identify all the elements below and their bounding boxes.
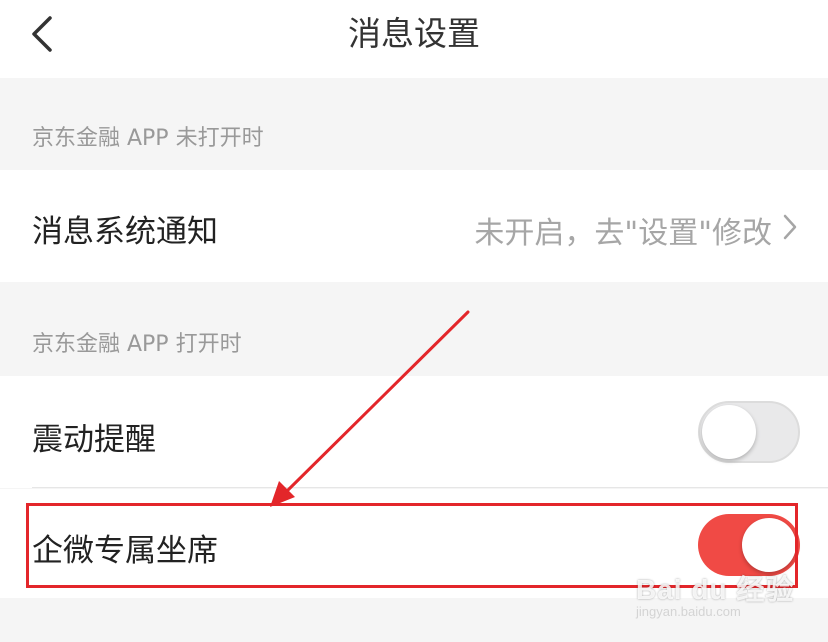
watermark-url: jingyan.baidu.com (636, 604, 741, 619)
section-label-closed: 京东金融 APP 未打开时 (32, 126, 264, 151)
system-notification-label: 消息系统通知 (32, 214, 218, 250)
page-title: 消息设置 (348, 14, 480, 53)
row-vibration-reminder: 震动提醒 (0, 376, 828, 488)
row-system-notification[interactable]: 消息系统通知 未开启，去"设置"修改 (0, 170, 828, 282)
row-divider (32, 487, 828, 488)
watermark-brand: Bai du 经验 (636, 574, 795, 605)
section-label-open: 京东金融 APP 打开时 (32, 332, 242, 357)
vibration-reminder-label: 震动提醒 (32, 422, 156, 458)
header-bar: 消息设置 (0, 0, 828, 78)
vibration-reminder-toggle[interactable] (698, 401, 800, 463)
system-notification-status: 未开启，去"设置"修改 (474, 216, 772, 251)
chevron-right-icon (783, 214, 797, 240)
toggle-knob (702, 405, 756, 459)
baidu-watermark: Bai du 经验 jingyan.baidu.com (636, 568, 796, 628)
